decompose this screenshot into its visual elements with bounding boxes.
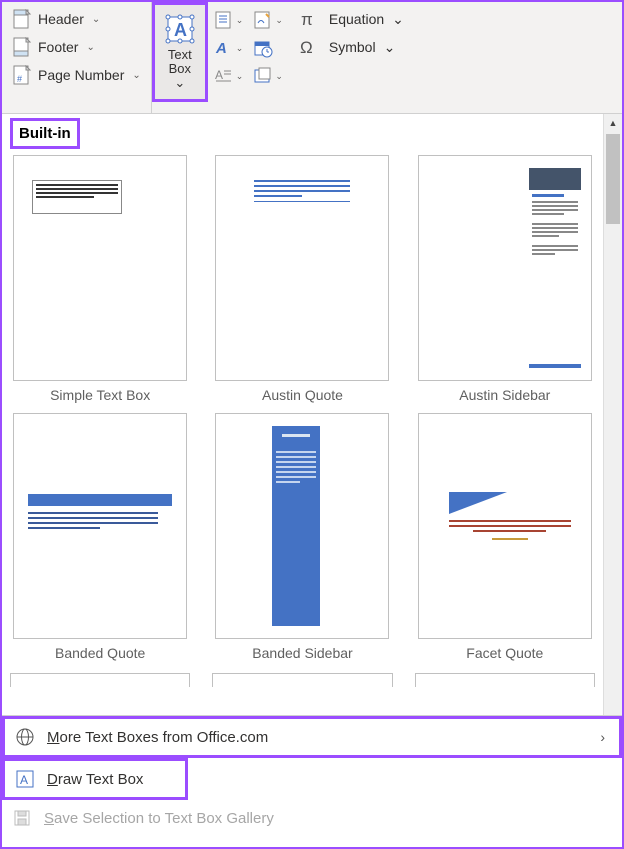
gallery-footer-menu: MMore Text Boxes from Office.comore Text…: [2, 715, 622, 836]
symbol-icon: Ω: [299, 36, 321, 58]
signature-icon: [253, 10, 273, 30]
section-header: Built-in: [10, 118, 80, 149]
thumbnail[interactable]: [10, 673, 190, 687]
thumbnail[interactable]: [212, 673, 392, 687]
globe-icon: [15, 727, 35, 747]
page-number-label: Page Number: [38, 67, 124, 83]
caption: Facet Quote: [466, 645, 543, 661]
wordart-icon: A: [214, 38, 234, 58]
svg-text:#: #: [17, 74, 22, 84]
textbox-gallery: Built-in Simple Text Box Austin Quote: [2, 114, 622, 715]
header-icon: [12, 9, 32, 29]
date-time-button[interactable]: [251, 36, 285, 60]
text-tools-group: ⌄ ⌄ A ⌄ A ⌄ ⌄: [208, 2, 289, 113]
caption: Austin Sidebar: [459, 387, 550, 403]
ribbon: Header ⌄ Footer ⌄ # Page Number ⌄ A Text…: [2, 2, 622, 114]
scroll-thumb[interactable]: [606, 134, 620, 224]
thumbnail: [215, 413, 389, 639]
equation-label: Equation: [329, 11, 384, 27]
thumbnail[interactable]: [415, 673, 595, 687]
object-icon: [253, 66, 273, 86]
header-button[interactable]: Header ⌄: [8, 6, 145, 32]
gallery-item-banded-sidebar[interactable]: Banded Sidebar: [212, 413, 392, 661]
gallery-item-simple-text-box[interactable]: Simple Text Box: [10, 155, 190, 403]
symbol-button[interactable]: Ω Symbol ⌄: [299, 36, 404, 58]
caption: Banded Quote: [55, 645, 145, 661]
svg-text:A: A: [174, 20, 187, 40]
gallery-grid: Simple Text Box Austin Quote: [10, 155, 595, 661]
gallery-item-banded-quote[interactable]: Banded Quote: [10, 413, 190, 661]
gallery-item-austin-sidebar[interactable]: Austin Sidebar: [415, 155, 595, 403]
save-icon: [12, 808, 32, 828]
menu-label: MMore Text Boxes from Office.comore Text…: [47, 729, 268, 746]
page-number-icon: #: [12, 65, 32, 85]
scrollbar[interactable]: ▲: [603, 114, 622, 715]
symbols-group: π Equation ⌄ Ω Symbol ⌄: [289, 2, 414, 113]
footer-button[interactable]: Footer ⌄: [8, 34, 145, 60]
header-footer-group: Header ⌄ Footer ⌄ # Page Number ⌄: [2, 2, 152, 113]
header-label: Header: [38, 11, 84, 27]
thumbnail: [13, 413, 187, 639]
chevron-down-icon: ⌄: [275, 71, 283, 82]
svg-text:A: A: [215, 40, 227, 57]
footer-icon: [12, 37, 32, 57]
caption: Austin Quote: [262, 387, 343, 403]
chevron-down-icon: ⌄: [236, 15, 244, 26]
chevron-down-icon: ⌄: [86, 42, 94, 53]
thumbnail: [418, 155, 592, 381]
chevron-down-icon: ⌄: [132, 70, 140, 81]
text-box-label: Text Box ⌄: [165, 48, 195, 91]
quick-parts-icon: [214, 10, 234, 30]
menu-label: DDraw Text Boxraw Text Box: [47, 771, 143, 788]
chevron-down-icon: ⌄: [275, 15, 283, 26]
text-box-icon: A: [165, 14, 195, 44]
caption: Simple Text Box: [50, 387, 150, 403]
chevron-right-icon: ›: [600, 729, 605, 745]
date-time-icon: [253, 38, 273, 58]
more-textboxes-item[interactable]: MMore Text Boxes from Office.comore Text…: [2, 716, 622, 758]
draw-textbox-icon: A: [15, 769, 35, 789]
gallery-item-austin-quote[interactable]: Austin Quote: [212, 155, 392, 403]
page-number-button[interactable]: # Page Number ⌄: [8, 62, 145, 88]
symbol-label: Symbol: [329, 39, 376, 55]
text-box-button[interactable]: A Text Box ⌄: [152, 2, 208, 102]
drop-cap-button[interactable]: A ⌄: [212, 64, 246, 88]
svg-text:Ω: Ω: [300, 38, 313, 57]
menu-label: SSave Selection to Text Box Galleryave S…: [44, 810, 274, 827]
svg-text:A: A: [20, 773, 28, 787]
chevron-down-icon: ⌄: [236, 71, 244, 82]
drop-cap-icon: A: [214, 66, 234, 86]
scroll-up-arrow[interactable]: ▲: [604, 114, 622, 132]
chevron-down-icon: ⌄: [236, 43, 244, 54]
gallery-row-truncated: [10, 673, 595, 687]
quick-parts-button[interactable]: ⌄: [212, 8, 246, 32]
chevron-down-icon: ⌄: [92, 14, 100, 25]
save-selection-item: SSave Selection to Text Box Galleryave S…: [2, 800, 622, 836]
gallery-item-facet-quote[interactable]: Facet Quote: [415, 413, 595, 661]
chevron-down-icon: ⌄: [384, 39, 396, 56]
chevron-down-icon: ⌄: [392, 11, 404, 28]
thumbnail: [13, 155, 187, 381]
svg-text:A: A: [215, 68, 223, 82]
draw-textbox-item[interactable]: A DDraw Text Boxraw Text Box: [2, 758, 188, 800]
svg-text:π: π: [301, 10, 313, 29]
wordart-button[interactable]: A ⌄: [212, 36, 246, 60]
footer-label: Footer: [38, 39, 78, 55]
thumbnail: [418, 413, 592, 639]
equation-icon: π: [299, 8, 321, 30]
caption: Banded Sidebar: [252, 645, 352, 661]
signature-button[interactable]: ⌄: [251, 8, 285, 32]
equation-button[interactable]: π Equation ⌄: [299, 8, 404, 30]
object-button[interactable]: ⌄: [251, 64, 285, 88]
thumbnail: [215, 155, 389, 381]
